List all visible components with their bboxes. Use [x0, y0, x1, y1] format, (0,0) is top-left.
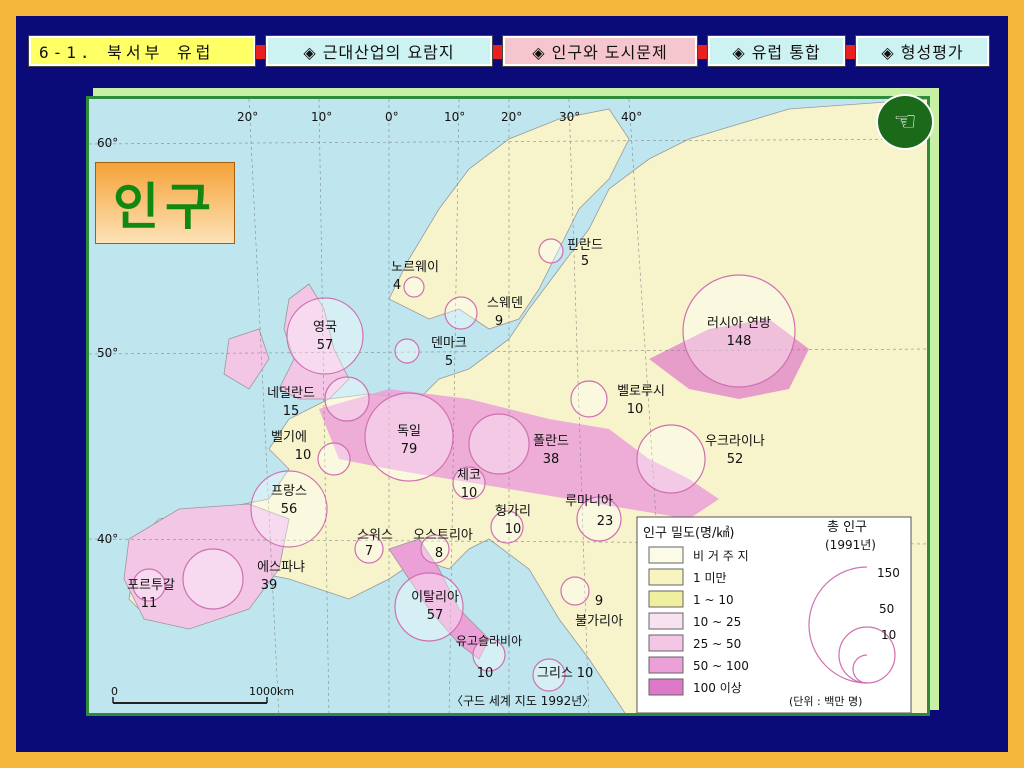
- country-label: 체코: [457, 468, 481, 483]
- tab-industry[interactable]: ◈ 근대산업의 요람지: [265, 35, 493, 67]
- nav-connector: [255, 45, 265, 59]
- back-hand-icon[interactable]: ☜: [876, 94, 934, 150]
- country-label: 벨로루시: [617, 384, 665, 399]
- legend-swatch: [648, 590, 684, 608]
- lat-label: 60°: [97, 136, 118, 150]
- country-label: 그리스: [537, 666, 573, 681]
- country-label: 이탈리아: [411, 590, 459, 605]
- country-label: 벨기에: [271, 430, 307, 445]
- country-value: 148: [727, 334, 752, 349]
- lon-label: 10°: [444, 110, 465, 124]
- country-label: 노르웨이: [391, 260, 439, 275]
- lat-label: 40°: [97, 532, 118, 546]
- country-value: 57: [427, 608, 444, 623]
- scale-end: 1000km: [249, 685, 294, 698]
- country-label: 러시아 연방: [707, 316, 771, 331]
- country-label: 우크라이나: [705, 434, 765, 449]
- country-label: 핀란드: [567, 238, 603, 253]
- legend-class-label: 100 이상: [693, 681, 742, 695]
- country-label: 덴마크: [431, 336, 467, 351]
- map-source: 〈구드 세계 지도 1992년〉: [451, 694, 594, 708]
- scale-bar: [112, 697, 268, 704]
- legend-class-label: 비 거 주 지: [693, 549, 749, 563]
- country-label: 오스트리아: [413, 528, 473, 543]
- country-value: 10: [477, 666, 494, 681]
- country-label: 포르투갈: [127, 578, 175, 593]
- tab-assessment[interactable]: ◈ 형성평가: [855, 35, 990, 67]
- lon-label: 40°: [621, 110, 642, 124]
- country-value: 57: [317, 338, 334, 353]
- legend-class-label: 1 ~ 10: [693, 593, 734, 607]
- country-value: 39: [261, 578, 278, 593]
- legend-swatch: [648, 546, 684, 564]
- legend-class-label: 10 ~ 25: [693, 615, 741, 629]
- legend-swatch: [648, 634, 684, 652]
- lon-label: 0°: [385, 110, 399, 124]
- legend-swatch: [648, 656, 684, 674]
- country-label: 루마니아: [565, 494, 613, 509]
- country-value: 10: [461, 486, 478, 501]
- legend-swatch: [648, 612, 684, 630]
- legend-circle-150: 150: [877, 566, 900, 580]
- country-value: 38: [543, 452, 560, 467]
- nav-connector: [492, 45, 502, 59]
- country-value: 52: [727, 452, 744, 467]
- scale-start: 0: [111, 685, 118, 698]
- country-value: 10: [577, 666, 594, 681]
- lon-label: 30°: [559, 110, 580, 124]
- country-value: 9: [495, 314, 503, 329]
- tab-integration[interactable]: ◈ 유럽 통합: [707, 35, 846, 67]
- lon-label: 20°: [501, 110, 522, 124]
- legend: 인구 밀도(명/㎢) 총 인구 (1991년) 비 거 주 지 1 미만 1 ~ 1…: [636, 516, 912, 713]
- country-label: 스위스: [357, 528, 393, 543]
- country-label: 독일: [397, 424, 421, 439]
- legend-class-label: 1 미만: [693, 571, 727, 585]
- country-value: 56: [281, 502, 298, 517]
- country-value: 4: [393, 278, 401, 293]
- country-label: 에스파냐: [257, 560, 305, 575]
- legend-class-label: 50 ~ 100: [693, 659, 749, 673]
- country-value: 11: [141, 596, 158, 611]
- country-label: 불가리아: [575, 614, 623, 629]
- country-label: 헝가리: [495, 504, 531, 519]
- land-ireland: [223, 328, 270, 390]
- legend-total-year: (1991년): [825, 538, 876, 552]
- legend-total-title: 총 인구: [827, 520, 867, 535]
- country-value: 79: [401, 442, 418, 457]
- slide-topic-label: 인구: [95, 162, 235, 244]
- country-label: 폴란드: [533, 434, 569, 449]
- top-navigation: 6-1. 북서부 유럽 ◈ 근대산업의 요람지 ◈ 인구와 도시문제 ◈ 유럽 …: [28, 34, 990, 70]
- country-value: 10: [295, 448, 312, 463]
- country-label: 유고슬라비아: [456, 634, 522, 648]
- country-value: 5: [581, 254, 589, 269]
- legend-swatch: [648, 678, 684, 696]
- country-value: 9: [595, 594, 603, 609]
- country-value: 7: [365, 544, 373, 559]
- legend-class-label: 25 ~ 50: [693, 637, 741, 651]
- country-value: 8: [435, 546, 443, 561]
- tab-population[interactable]: ◈ 인구와 도시문제: [502, 35, 698, 67]
- country-label: 프랑스: [271, 484, 307, 499]
- country-value: 5: [445, 354, 453, 369]
- legend-circle-10: 10: [881, 628, 896, 642]
- country-value: 23: [597, 514, 614, 529]
- nav-connector: [697, 45, 707, 59]
- section-title: 6-1. 북서부 유럽: [28, 35, 256, 67]
- country-label: 네덜란드: [267, 386, 315, 401]
- country-value: 10: [505, 522, 522, 537]
- country-value: 10: [627, 402, 644, 417]
- country-label: 영국: [313, 320, 337, 335]
- legend-unit: (단위 : 백만 명): [789, 695, 862, 708]
- legend-density-title: 인구 밀도(명/㎢): [643, 526, 734, 541]
- country-label: 스웨덴: [487, 296, 523, 311]
- lon-label: 20°: [237, 110, 258, 124]
- legend-circle-50: 50: [879, 602, 894, 616]
- lon-label: 10°: [311, 110, 332, 124]
- legend-swatch: [648, 568, 684, 586]
- nav-connector: [845, 45, 855, 59]
- lat-label: 50°: [97, 346, 118, 360]
- country-value: 15: [283, 404, 300, 419]
